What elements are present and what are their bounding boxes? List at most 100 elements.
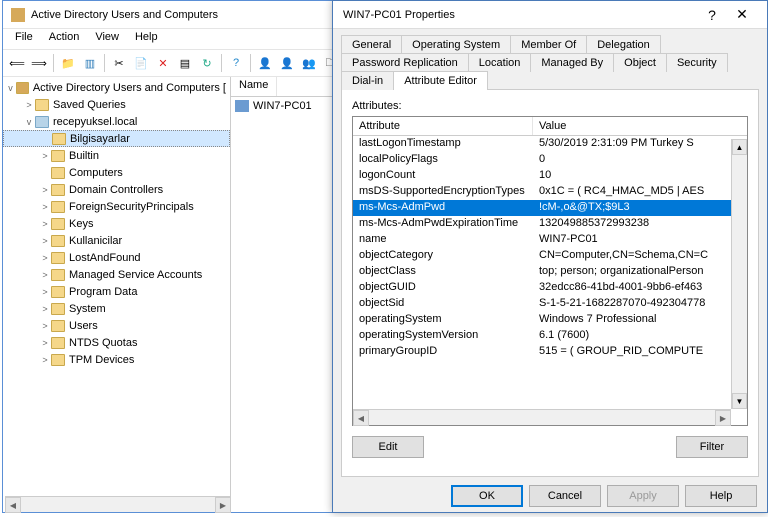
tree-item[interactable]: >Kullanicilar [3, 232, 230, 249]
attribute-row[interactable]: nameWIN7-PC01 [353, 232, 747, 248]
menu-help[interactable]: Help [127, 29, 166, 49]
add-group-button[interactable]: 👥 [299, 53, 319, 73]
tree-item[interactable]: >Keys [3, 215, 230, 232]
copy-button[interactable]: 📄 [131, 53, 151, 73]
tab-delegation[interactable]: Delegation [586, 35, 661, 54]
tree-item[interactable]: Computers [3, 164, 230, 181]
scroll-left-icon[interactable]: ◀ [5, 497, 21, 513]
scroll-down-icon[interactable]: ▼ [732, 393, 747, 409]
tree-item[interactable]: >TPM Devices [3, 351, 230, 368]
help-button[interactable]: ? [226, 53, 246, 73]
tree-item[interactable]: >NTDS Quotas [3, 334, 230, 351]
tab-managedby[interactable]: Managed By [530, 53, 614, 72]
tree-item[interactable]: >Users [3, 317, 230, 334]
tree-label: ForeignSecurityPrincipals [69, 201, 194, 213]
up-button[interactable]: 📁 [58, 53, 78, 73]
expander-icon[interactable]: > [39, 338, 51, 348]
expander-icon[interactable]: > [39, 236, 51, 246]
scroll-up-icon[interactable]: ▲ [732, 139, 747, 155]
tree-pane[interactable]: v Active Directory Users and Computers [… [3, 77, 231, 512]
tree-root[interactable]: v Active Directory Users and Computers [ [3, 79, 230, 96]
forward-button[interactable]: ⟹ [29, 53, 49, 73]
add-user-button[interactable]: 👤 [277, 53, 297, 73]
expander-icon[interactable]: > [39, 270, 51, 280]
attribute-row[interactable]: objectGUID32edcc86-41bd-4001-9bb6-ef463 [353, 280, 747, 296]
expander-icon[interactable]: > [39, 287, 51, 297]
tree-item[interactable]: > ForeignSecurityPrincipals [3, 198, 230, 215]
ok-button[interactable]: OK [451, 485, 523, 507]
attribute-row[interactable]: objectClasstop; person; organizationalPe… [353, 264, 747, 280]
attribute-row[interactable]: operatingSystemVersion6.1 (7600) [353, 328, 747, 344]
tab-pwdrepl[interactable]: Password Replication [341, 53, 469, 72]
attr-value: 515 = ( GROUP_RID_COMPUTE [533, 344, 747, 360]
folder-icon [51, 150, 65, 162]
back-button[interactable]: ⟸ [7, 53, 27, 73]
tab-general[interactable]: General [341, 35, 402, 54]
help-icon[interactable]: ? [697, 4, 727, 26]
edit-button[interactable]: Edit [352, 436, 424, 458]
cancel-button[interactable]: Cancel [529, 485, 601, 507]
show-hide-button[interactable]: ▥ [80, 53, 100, 73]
expander-icon[interactable]: v [23, 117, 35, 127]
col-value[interactable]: Value [533, 117, 572, 135]
tab-security[interactable]: Security [666, 53, 728, 72]
tab-location[interactable]: Location [468, 53, 532, 72]
dialog-help-button[interactable]: Help [685, 485, 757, 507]
find-button[interactable]: 👤 [255, 53, 275, 73]
menu-action[interactable]: Action [41, 29, 88, 49]
tree-item[interactable]: >Managed Service Accounts [3, 266, 230, 283]
tree-item[interactable]: >Saved Queries [3, 96, 230, 113]
scroll-left-icon[interactable]: ◀ [353, 410, 369, 426]
expander-icon[interactable]: > [39, 321, 51, 331]
attribute-row[interactable]: localPolicyFlags0 [353, 152, 747, 168]
tab-attribute-editor[interactable]: Attribute Editor [393, 71, 488, 90]
attribute-row[interactable]: lastLogonTimestamp5/30/2019 2:31:09 PM T… [353, 136, 747, 152]
expander-icon[interactable]: v [5, 83, 16, 93]
tab-object[interactable]: Object [613, 53, 667, 72]
folder-icon [51, 303, 65, 315]
properties-button[interactable]: ▤ [175, 53, 195, 73]
attribute-row[interactable]: msDS-SupportedEncryptionTypes0x1C = ( RC… [353, 184, 747, 200]
expander-icon[interactable]: > [23, 100, 35, 110]
attribute-row[interactable]: objectCategoryCN=Computer,CN=Schema,CN=C [353, 248, 747, 264]
menu-view[interactable]: View [87, 29, 127, 49]
attribute-row[interactable]: primaryGroupID515 = ( GROUP_RID_COMPUTE [353, 344, 747, 360]
cut-button[interactable]: ✂ [109, 53, 129, 73]
tree-item[interactable]: vrecepyuksel.local [3, 113, 230, 130]
attribute-row[interactable]: objectSidS-1-5-21-1682287070-492304778 [353, 296, 747, 312]
tree-item[interactable]: >Builtin [3, 147, 230, 164]
expander-icon[interactable]: > [39, 253, 51, 263]
attribute-row[interactable]: logonCount10 [353, 168, 747, 184]
refresh-button[interactable]: ↻ [197, 53, 217, 73]
tab-memberof[interactable]: Member Of [510, 35, 587, 54]
expander-icon[interactable]: > [39, 219, 51, 229]
attributes-list[interactable]: Attribute Value lastLogonTimestamp5/30/2… [352, 116, 748, 426]
expander-icon[interactable]: > [39, 151, 51, 161]
scroll-right-icon[interactable]: ▶ [215, 497, 231, 513]
tree-item[interactable]: >LostAndFound [3, 249, 230, 266]
col-name[interactable]: Name [231, 77, 277, 96]
attribute-row[interactable]: ms-Mcs-AdmPwdExpirationTime1320498853729… [353, 216, 747, 232]
attribute-row[interactable]: ms-Mcs-AdmPwd!cM-,o&@TX;$9L3 [353, 200, 747, 216]
scroll-right-icon[interactable]: ▶ [715, 410, 731, 426]
expander-icon[interactable]: > [39, 185, 51, 195]
expander-icon[interactable]: > [39, 202, 51, 212]
delete-button[interactable]: ✕ [153, 53, 173, 73]
attr-vscroll[interactable]: ▲ ▼ [731, 139, 747, 409]
tab-dialin[interactable]: Dial-in [341, 71, 394, 90]
tree-item[interactable]: Bilgisayarlar [3, 130, 230, 147]
tab-os[interactable]: Operating System [401, 35, 511, 54]
menu-file[interactable]: File [7, 29, 41, 49]
attribute-row[interactable]: operatingSystemWindows 7 Professional [353, 312, 747, 328]
attr-hscroll[interactable]: ◀ ▶ [353, 409, 731, 425]
tree-item[interactable]: >System [3, 300, 230, 317]
close-icon[interactable]: ✕ [727, 4, 757, 26]
filter-button[interactable]: Filter [676, 436, 748, 458]
col-attribute[interactable]: Attribute [353, 117, 533, 135]
apply-button[interactable]: Apply [607, 485, 679, 507]
tree-item[interactable]: >Program Data [3, 283, 230, 300]
tree-item[interactable]: >Domain Controllers [3, 181, 230, 198]
tree-hscroll[interactable]: ◀ ▶ [5, 496, 231, 512]
expander-icon[interactable]: > [39, 355, 51, 365]
expander-icon[interactable]: > [39, 304, 51, 314]
